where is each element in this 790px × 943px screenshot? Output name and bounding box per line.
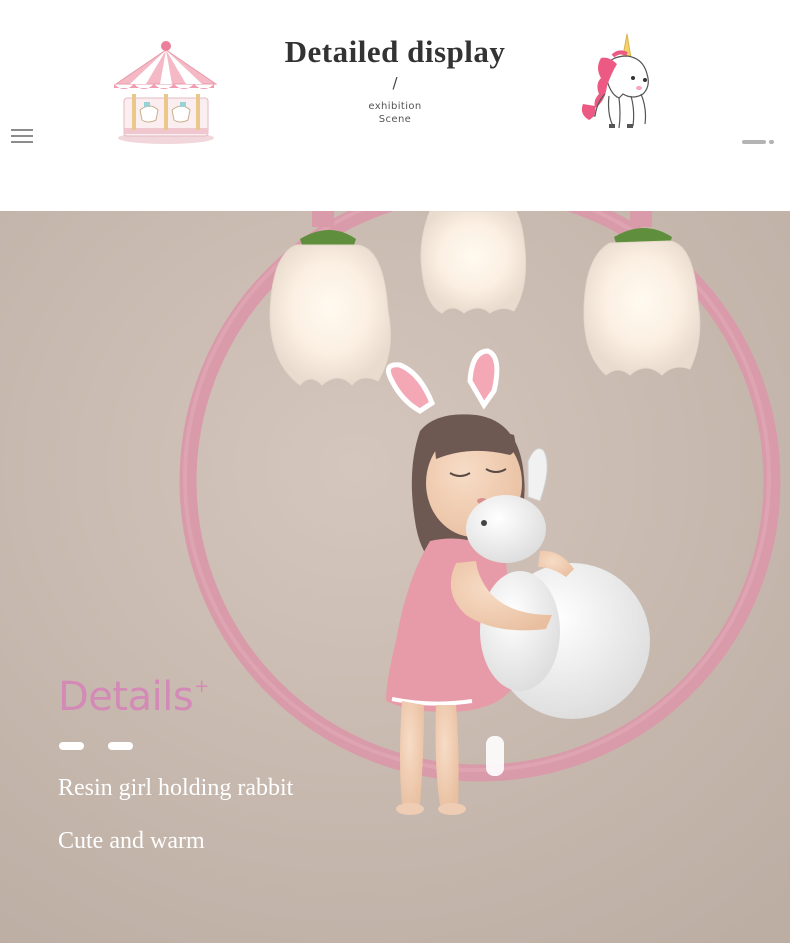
unicorn-icon	[581, 33, 649, 129]
decorative-bar	[108, 742, 133, 750]
subtitle-line-2: Scene	[378, 114, 412, 125]
header-section: Detailed display / exhibition Scene	[0, 0, 790, 211]
subtitle-line-1: exhibition	[368, 101, 422, 112]
hamburger-menu-icon[interactable]	[11, 129, 33, 145]
details-heading-text: Details	[58, 674, 194, 720]
feature-line-1: Resin girl holding rabbit	[58, 775, 294, 801]
decorative-bars	[59, 742, 139, 750]
details-plus-mark: +	[194, 676, 209, 697]
feature-line-2: Cute and warm	[58, 828, 205, 854]
pagination-dot-active[interactable]	[742, 140, 766, 144]
decorative-bar	[59, 742, 84, 750]
page-title: Detailed display	[284, 34, 506, 69]
pagination-indicator[interactable]	[742, 139, 776, 145]
title-separator: /	[392, 74, 398, 92]
pagination-dot[interactable]	[769, 140, 774, 144]
details-heading: Details+	[58, 674, 209, 720]
